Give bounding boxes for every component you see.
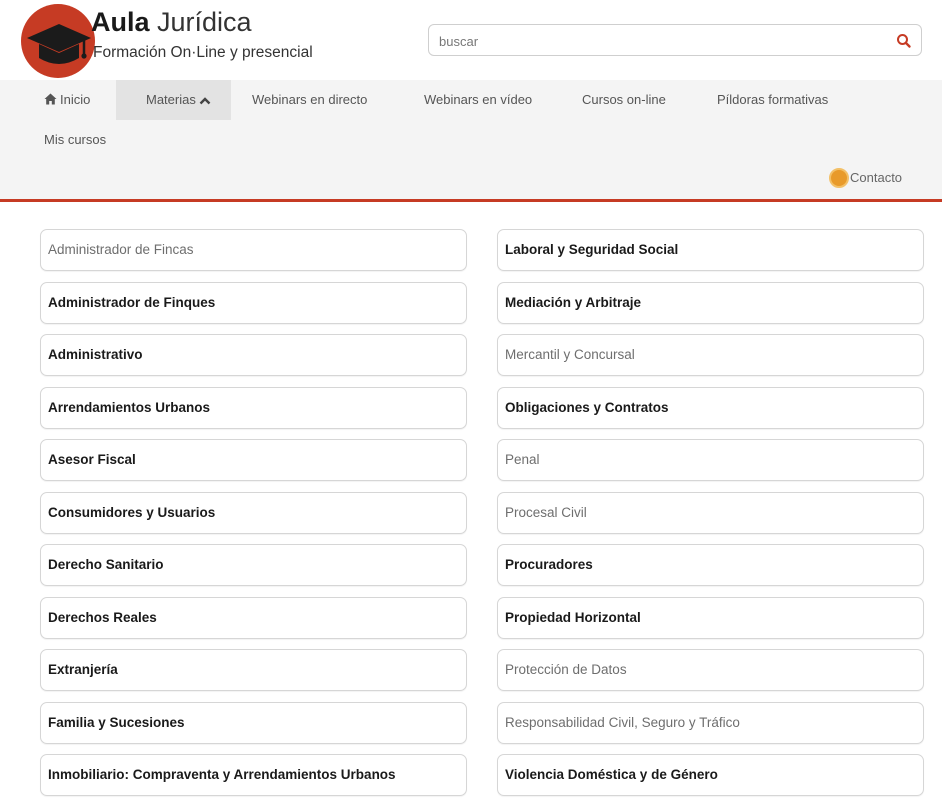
materia-label: Protección de Datos	[505, 662, 627, 677]
site-header: Aula Jurídica Formación On·Line y presen…	[0, 0, 942, 80]
materia-label: Laboral y Seguridad Social	[505, 242, 679, 257]
nav-item-mis-cursos[interactable]: Mis cursos	[44, 120, 106, 160]
materia-card[interactable]: Penal	[497, 439, 924, 481]
nav-item-webinars-directo[interactable]: Webinars en directo	[252, 80, 367, 120]
materia-label: Derechos Reales	[48, 610, 157, 625]
materia-label: Asesor Fiscal	[48, 452, 136, 467]
nav-item-pildoras[interactable]: Píldoras formativas	[717, 80, 828, 120]
materia-card[interactable]: Procesal Civil	[497, 492, 924, 534]
materia-label: Propiedad Horizontal	[505, 610, 641, 625]
graduation-cap-icon[interactable]	[21, 4, 95, 78]
nav-item-label: Inicio	[60, 92, 91, 107]
materia-label: Procuradores	[505, 557, 593, 572]
materia-card[interactable]: Derechos Reales	[40, 597, 467, 639]
main-nav: Inicio Materias Webinars en directo Webi…	[0, 80, 942, 200]
materia-label: Consumidores y Usuarios	[48, 505, 216, 520]
materia-label: Administrador de Finques	[48, 295, 216, 310]
contact-label: Contacto	[850, 170, 903, 185]
search-box	[428, 24, 922, 56]
materia-card[interactable]: Inmobiliario: Compraventa y Arrendamient…	[40, 754, 467, 796]
nav-item-webinars-video[interactable]: Webinars en vídeo	[424, 80, 532, 120]
materia-label: Mediación y Arbitraje	[505, 295, 642, 310]
materia-card[interactable]: Laboral y Seguridad Social	[497, 229, 924, 271]
contact-link[interactable]: Contacto	[829, 167, 902, 189]
nav-item-materias[interactable]: Materias	[116, 80, 231, 120]
materia-label: Obligaciones y Contratos	[505, 400, 669, 415]
materia-label: Extranjería	[48, 662, 118, 677]
materia-card[interactable]: Arrendamientos Urbanos	[40, 387, 467, 429]
materia-card[interactable]: Mercantil y Concursal	[497, 334, 924, 376]
home-icon	[44, 81, 57, 121]
materia-card[interactable]: Familia y Sucesiones	[40, 702, 467, 744]
materia-label: Procesal Civil	[505, 505, 587, 520]
materia-label: Violencia Doméstica y de Género	[505, 767, 718, 782]
materia-card[interactable]: Mediación y Arbitraje	[497, 282, 924, 324]
chevron-up-icon	[199, 81, 211, 121]
materia-card[interactable]: Consumidores y Usuarios	[40, 492, 467, 534]
materia-card[interactable]: Propiedad Horizontal	[497, 597, 924, 639]
materia-card[interactable]: Obligaciones y Contratos	[497, 387, 924, 429]
search-icon[interactable]	[895, 32, 913, 50]
nav-item-inicio[interactable]: Inicio	[44, 80, 90, 120]
nav-item-label: Materias	[146, 92, 196, 107]
nav-accent-line	[0, 199, 942, 202]
nav-item-cursos-online[interactable]: Cursos on-line	[582, 80, 666, 120]
materia-card[interactable]: Protección de Datos	[497, 649, 924, 691]
materia-label: Penal	[505, 452, 540, 467]
materia-card[interactable]: Responsabilidad Civil, Seguro y Tráfico	[497, 702, 924, 744]
chat-bubble-icon	[829, 167, 849, 188]
search-input[interactable]	[439, 31, 879, 51]
materia-card[interactable]: Administrador de Fincas	[40, 229, 467, 271]
materia-card[interactable]: Extranjería	[40, 649, 467, 691]
materia-card[interactable]: Violencia Doméstica y de Género	[497, 754, 924, 796]
materia-label: Derecho Sanitario	[48, 557, 164, 572]
materia-label: Administrativo	[48, 347, 143, 362]
materia-label: Inmobiliario: Compraventa y Arrendamient…	[48, 767, 396, 782]
materia-label: Arrendamientos Urbanos	[48, 400, 211, 415]
materia-card[interactable]: Administrativo	[40, 334, 467, 376]
materia-card[interactable]: Administrador de Finques	[40, 282, 467, 324]
materia-label: Mercantil y Concursal	[505, 347, 635, 362]
brand-title-bold: Aula	[91, 7, 150, 37]
brand-title-light: Jurídica	[157, 7, 252, 37]
materia-card[interactable]: Asesor Fiscal	[40, 439, 467, 481]
materia-label: Responsabilidad Civil, Seguro y Tráfico	[505, 715, 740, 730]
materia-label: Administrador de Fincas	[48, 242, 194, 257]
materia-label: Familia y Sucesiones	[48, 715, 185, 730]
materia-card[interactable]: Derecho Sanitario	[40, 544, 467, 586]
brand-subtitle: Formación On·Line y presencial	[93, 44, 313, 61]
brand-title[interactable]: Aula Jurídica	[91, 6, 252, 38]
materia-card[interactable]: Procuradores	[497, 544, 924, 586]
